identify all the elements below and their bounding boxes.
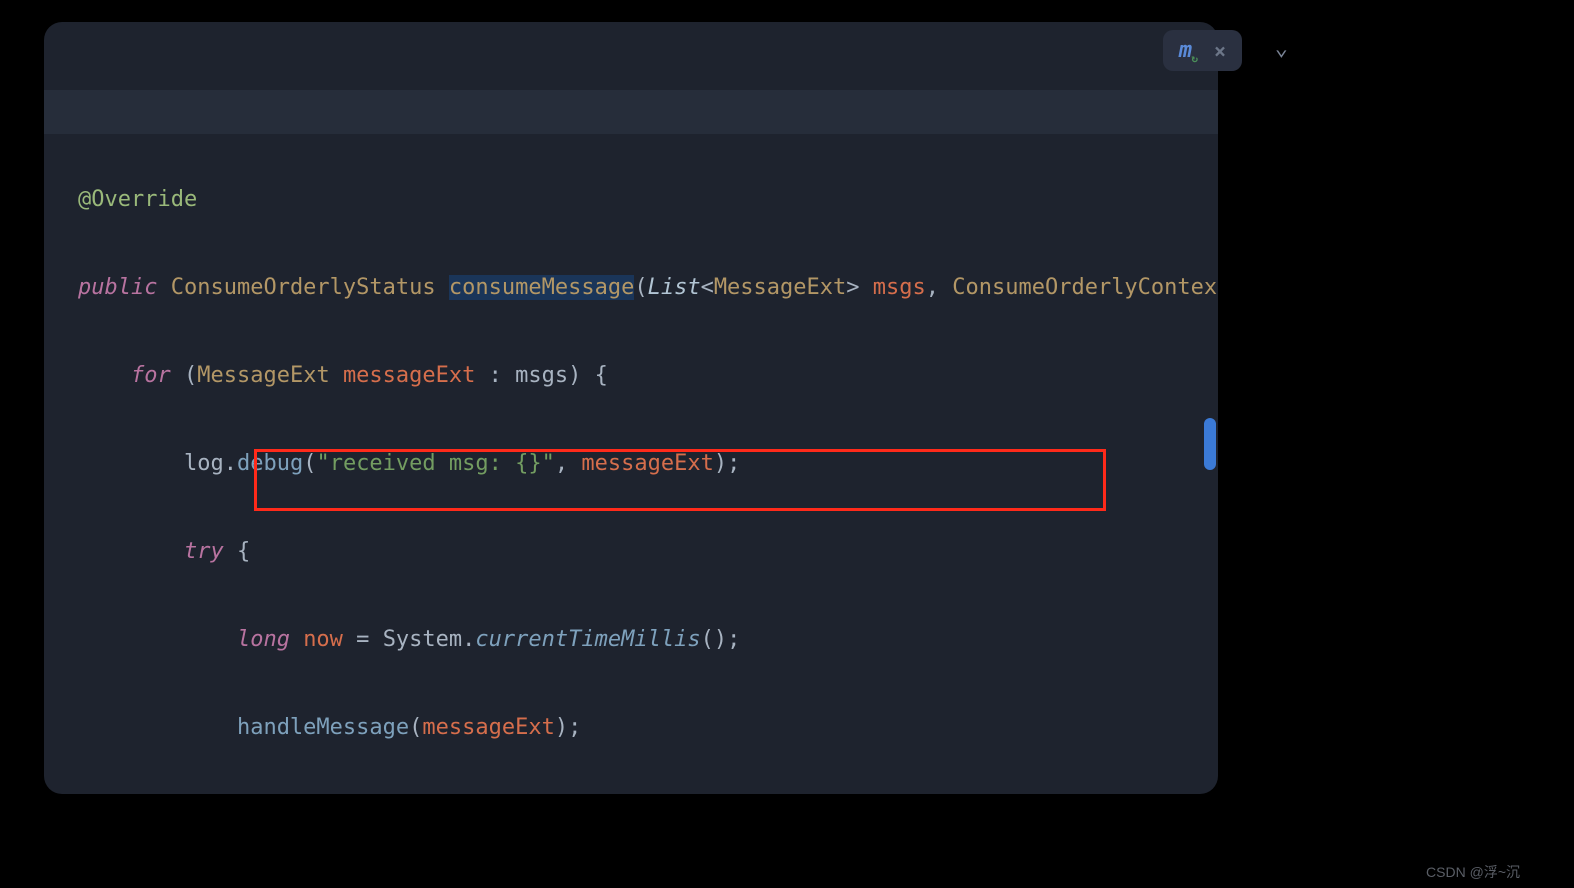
code-line: for (MessageExt messageExt : msgs) { [78, 354, 1218, 398]
code-line: @Override [78, 178, 1218, 222]
code-line: public ConsumeOrderlyStatus consumeMessa… [78, 266, 1218, 310]
code-line: handleMessage(messageExt); [78, 706, 1218, 750]
annotation: @Override [78, 187, 197, 212]
type: List [648, 275, 701, 300]
keyword: try [184, 539, 224, 564]
type: MessageExt [714, 275, 846, 300]
code-line: log.debug("received msg: {}", messageExt… [78, 442, 1218, 486]
chevron-down-icon[interactable]: ⌄ [1275, 36, 1288, 61]
method-call: currentTimeMillis [475, 627, 700, 652]
inline-toolbar: m ↻ × [1163, 30, 1242, 71]
code-editor-window: @Override public ConsumeOrderlyStatus co… [44, 22, 1218, 794]
var: messageExt [343, 363, 475, 388]
close-icon[interactable]: × [1214, 39, 1226, 63]
param: msgs [873, 275, 926, 300]
code-area[interactable]: @Override public ConsumeOrderlyStatus co… [44, 22, 1218, 794]
watermark: CSDN @浮~沉 [1426, 862, 1520, 882]
keyword: public [78, 275, 157, 300]
code-line: long now = System.currentTimeMillis(); [78, 618, 1218, 662]
method-call: debug [237, 451, 303, 476]
type: MessageExt [197, 363, 329, 388]
code-line: try { [78, 530, 1218, 574]
type: ConsumeOrderlyStatus [171, 275, 436, 300]
type: ConsumeOrderlyContext [952, 275, 1218, 300]
string: "received msg: {}" [316, 451, 554, 476]
refresh-icon: ↻ [1191, 52, 1198, 65]
method-name-selected[interactable]: consumeMessage [449, 275, 634, 300]
keyword: for [131, 363, 171, 388]
keyword: long [237, 627, 290, 652]
m-logo-icon[interactable]: m ↻ [1179, 38, 1192, 63]
method-call: handleMessage [237, 715, 409, 740]
